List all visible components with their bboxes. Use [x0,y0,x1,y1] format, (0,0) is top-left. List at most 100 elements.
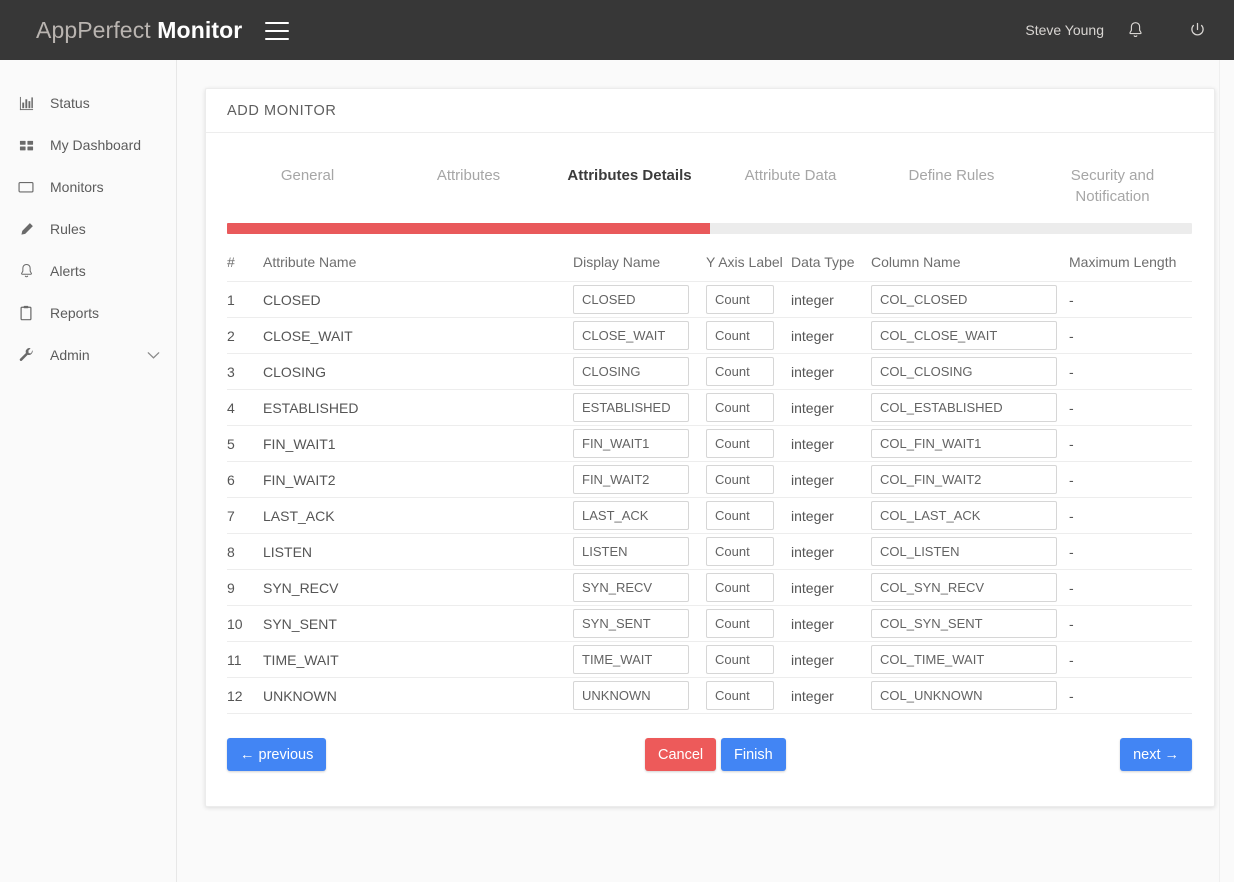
sidebar-item-label: My Dashboard [50,137,142,153]
hamburger-bar [265,30,290,32]
column-name-input[interactable] [871,429,1057,458]
display-name-input[interactable] [573,609,689,638]
column-name-input[interactable] [871,321,1057,350]
cell-display-name [573,390,706,426]
y-axis-label-input[interactable] [706,357,774,386]
table-header: # Attribute Name Display Name Y Axis Lab… [227,254,1192,282]
cell-attribute-name: CLOSED [263,291,321,308]
column-name-input[interactable] [871,357,1057,386]
cell-attribute-name: CLOSE_WAIT [263,327,353,344]
previous-button[interactable]: ← previous [227,738,327,771]
table-row: 2 CLOSE_WAIT integer - [227,317,1192,354]
add-monitor-card: ADD MONITOR General Attributes Attribute… [205,88,1215,807]
display-name-input[interactable] [573,465,689,494]
top-navbar: AppPerfect Monitor Steve Young [0,0,1234,60]
display-name-input[interactable] [573,681,689,710]
cell-maximum-length: - [1069,291,1074,308]
attributes-details-table: # Attribute Name Display Name Y Axis Lab… [227,254,1192,714]
column-name-input[interactable] [871,285,1057,314]
column-header-maximum-length: Maximum Length [1069,254,1177,270]
cell-data-type: integer [791,615,834,632]
cell-data-type: integer [791,543,834,560]
hamburger-icon[interactable] [265,20,290,40]
column-name-input[interactable] [871,609,1057,638]
bell-icon[interactable] [1124,19,1146,41]
y-axis-label-input[interactable] [706,501,774,530]
cell-row-number: 12 [227,687,243,704]
chevron-down-icon[interactable] [147,351,160,360]
display-name-input[interactable] [573,573,689,602]
y-axis-label-input[interactable] [706,573,774,602]
table-header-row: # Attribute Name Display Name Y Axis Lab… [227,254,1192,282]
cell-maximum-length: - [1069,363,1074,380]
brand-name-light: AppPerfect [36,16,151,43]
sidebar-item-monitors[interactable]: Monitors [0,166,176,208]
finish-button[interactable]: Finish [721,738,786,771]
sidebar-item-admin[interactable]: Admin [0,334,176,376]
cancel-button[interactable]: Cancel [645,738,717,771]
cell-attribute-name: LISTEN [263,543,313,560]
y-axis-label-input[interactable] [706,429,774,458]
tab-general[interactable]: General [227,165,388,207]
display-name-input[interactable] [573,501,689,530]
cell-display-name [573,678,706,714]
sidebar-item-alerts[interactable]: Alerts [0,250,176,292]
tab-attribute-data[interactable]: Attribute Data [710,165,871,207]
column-name-input[interactable] [871,537,1057,566]
cell-column-name [871,426,1069,462]
y-axis-label-input[interactable] [706,609,774,638]
y-axis-label-input[interactable] [706,321,774,350]
cell-y-axis-label [706,426,791,462]
cell-display-name [573,570,706,606]
display-name-input[interactable] [573,285,689,314]
column-name-input[interactable] [871,393,1057,422]
sidebar-item-rules[interactable]: Rules [0,208,176,250]
y-axis-label-input[interactable] [706,285,774,314]
display-name-input[interactable] [573,429,689,458]
page-scrollbar[interactable] [1219,60,1234,882]
table-row: 4 ESTABLISHED integer - [227,389,1192,426]
column-name-input[interactable] [871,645,1057,674]
sidebar-item-my-dashboard[interactable]: My Dashboard [0,124,176,166]
table-row: 12 UNKNOWN integer - [227,677,1192,714]
y-axis-label-input[interactable] [706,393,774,422]
next-button[interactable]: next → [1120,738,1192,771]
tab-attributes[interactable]: Attributes [388,165,549,207]
cell-y-axis-label [706,642,791,678]
cell-data-type: integer [791,291,834,308]
sidebar-item-reports[interactable]: Reports [0,292,176,334]
y-axis-label-input[interactable] [706,537,774,566]
column-name-input[interactable] [871,681,1057,710]
column-name-input[interactable] [871,501,1057,530]
cell-display-name [573,282,706,318]
tab-define-rules[interactable]: Define Rules [871,165,1032,207]
column-name-input[interactable] [871,465,1057,494]
cell-display-name [573,318,706,354]
cell-data-type: integer [791,651,834,668]
grid-icon [14,138,38,153]
y-axis-label-input[interactable] [706,645,774,674]
table-row: 7 LAST_ACK integer - [227,497,1192,534]
display-name-input[interactable] [573,393,689,422]
cell-maximum-length: - [1069,615,1074,632]
table-row: 5 FIN_WAIT1 integer - [227,425,1192,462]
cell-data-type: integer [791,327,834,344]
wizard-tabs: General Attributes Attributes Details At… [227,151,1193,223]
display-name-input[interactable] [573,645,689,674]
sidebar-item-status[interactable]: Status [0,82,176,124]
table-row: 10 SYN_SENT integer - [227,605,1192,642]
tab-security-and-notification[interactable]: Security and Notification [1032,165,1193,207]
brand-name-bold: Monitor [157,16,243,43]
tab-attributes-details[interactable]: Attributes Details [549,165,710,207]
cell-column-name [871,534,1069,570]
sidebar-item-label: Rules [50,221,86,237]
column-name-input[interactable] [871,573,1057,602]
cell-row-number: 6 [227,471,235,488]
display-name-input[interactable] [573,321,689,350]
y-axis-label-input[interactable] [706,681,774,710]
sidebar-item-label: Alerts [50,263,86,279]
display-name-input[interactable] [573,537,689,566]
y-axis-label-input[interactable] [706,465,774,494]
power-icon[interactable] [1186,19,1208,41]
display-name-input[interactable] [573,357,689,386]
